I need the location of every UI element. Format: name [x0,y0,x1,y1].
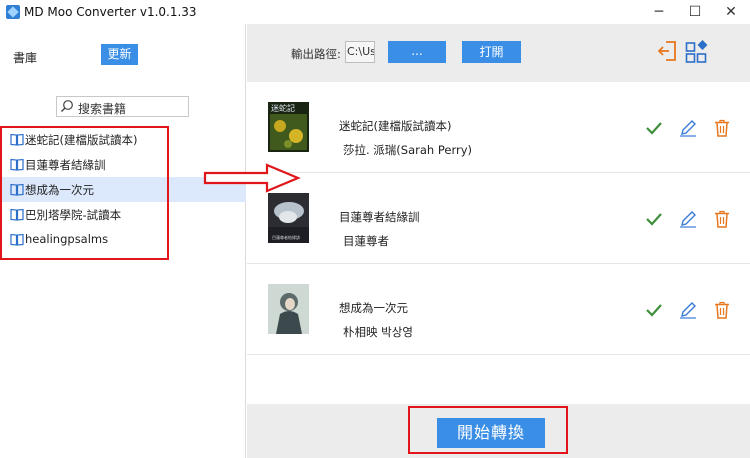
check-icon[interactable] [645,120,663,136]
trash-icon[interactable] [714,210,730,228]
search-placeholder: 搜索書籍 [78,102,127,116]
trash-icon[interactable] [714,119,730,137]
book-author: 目蓮尊者 [343,234,389,248]
search-icon [61,100,73,112]
search-input[interactable]: 搜索書籍 [56,96,189,117]
book-row: 想成為一次元 朴相映 박상영 [247,264,750,355]
library-label: 書庫 [13,51,38,65]
conversion-list: 迷蛇記 迷蛇記(建檔版試讀本) 莎拉. 派瑞(Sarah Perry) 目蓮尊者… [247,82,750,404]
book-title: 迷蛇記(建檔版試讀本) [339,119,452,133]
close-button[interactable]: ✕ [708,0,750,24]
book-author: 莎拉. 派瑞(Sarah Perry) [343,143,473,157]
refresh-button[interactable]: 更新 [101,44,138,65]
check-icon[interactable] [645,302,663,318]
edit-icon[interactable] [679,210,697,228]
app-logo-icon [6,5,20,19]
highlight-box-book-list [0,126,169,260]
svg-text:迷蛇記: 迷蛇記 [271,103,295,113]
output-toolbar: 輸出路徑: C:\Us ... 打開 [247,24,750,82]
trash-icon[interactable] [714,301,730,319]
open-folder-button[interactable]: 打開 [462,41,521,63]
book-row: 目蓮尊者結緣訓 目蓮尊者結緣訓 目蓮尊者 [247,173,750,264]
arrow-right-icon [203,163,301,193]
title-bar: MD Moo Converter v1.0.1.33 ─ ☐ ✕ [0,0,750,24]
browse-button[interactable]: ... [388,41,446,63]
book-cover: 迷蛇記 [268,102,309,152]
book-row: 迷蛇記 迷蛇記(建檔版試讀本) 莎拉. 派瑞(Sarah Perry) [247,82,750,173]
check-icon[interactable] [645,211,663,227]
export-icon[interactable] [656,40,678,62]
highlight-box-start-button [408,406,568,454]
window-title: MD Moo Converter v1.0.1.33 [24,5,197,19]
book-cover: 目蓮尊者結緣訓 [268,193,309,243]
output-path-field[interactable]: C:\Us [345,41,375,63]
svg-text:目蓮尊者結緣訓: 目蓮尊者結緣訓 [272,234,300,240]
edit-icon[interactable] [679,301,697,319]
book-title: 想成為一次元 [339,301,408,315]
apps-grid-icon[interactable] [685,40,709,64]
book-title: 目蓮尊者結緣訓 [339,210,420,224]
book-author: 朴相映 박상영 [343,325,413,339]
book-cover [268,284,309,334]
output-path-label: 輸出路徑: [291,47,341,61]
edit-icon[interactable] [679,119,697,137]
